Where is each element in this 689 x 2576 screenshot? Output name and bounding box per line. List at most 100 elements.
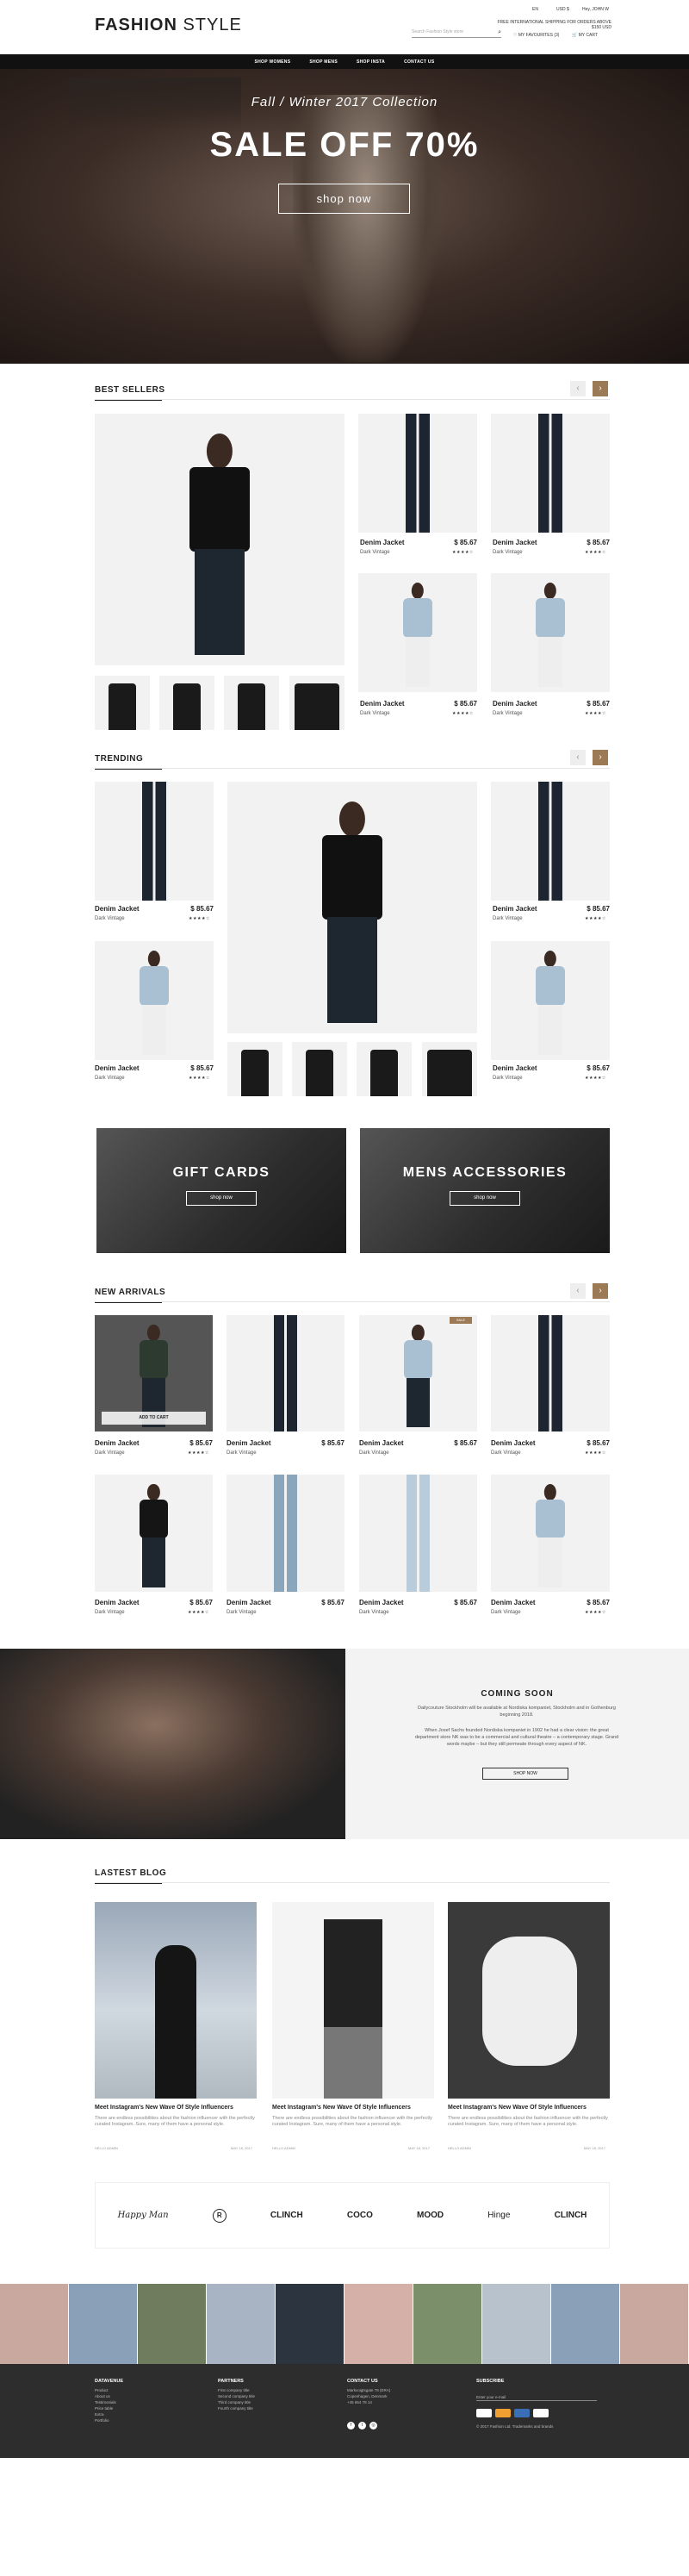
instagram-photo[interactable] <box>69 2284 138 2364</box>
product-image[interactable] <box>491 1475 610 1592</box>
trending-prev-button[interactable]: ‹ <box>570 750 586 765</box>
subscribe-email-input[interactable]: Enter your e-mail <box>476 2394 597 2401</box>
instagram-photo[interactable] <box>413 2284 482 2364</box>
blog-post-title[interactable]: Meet Instagram's New Wave Of Style Influ… <box>95 2105 233 2111</box>
favourites-link[interactable]: ♡ MY FAVOURITES (3) <box>513 33 559 38</box>
product-image[interactable] <box>491 941 610 1060</box>
gift-cards-banner[interactable]: GIFT CARDS shop now <box>96 1128 346 1253</box>
search-icon[interactable]: ⌕ <box>498 29 501 36</box>
instagram-photo[interactable] <box>207 2284 276 2364</box>
mens-accessories-shop-now-button[interactable]: shop now <box>450 1191 520 1206</box>
brand-logo[interactable]: R <box>212 2208 227 2223</box>
brand-logo[interactable]: CLINCH <box>555 2211 587 2220</box>
thumbnail[interactable] <box>357 1042 412 1096</box>
footer-link[interactable]: Testimonials <box>95 2399 116 2405</box>
blog-image[interactable] <box>448 1902 610 2099</box>
cart-link[interactable]: 🛒 MY CART <box>572 33 598 38</box>
product-name[interactable]: Denim Jacket <box>493 539 537 546</box>
product-image[interactable] <box>95 1475 213 1592</box>
best-sellers-main-photo[interactable] <box>95 414 344 665</box>
product-name[interactable]: Denim Jacket <box>95 1064 140 1072</box>
thumbnail[interactable] <box>292 1042 347 1096</box>
product-image[interactable] <box>95 941 214 1060</box>
product-image[interactable]: SALE <box>359 1315 477 1431</box>
product-name[interactable]: Denim Jacket <box>491 1599 536 1606</box>
footer-link[interactable]: First company title <box>218 2387 250 2393</box>
thumbnail[interactable] <box>289 676 344 730</box>
footer-link[interactable]: Second company title <box>218 2393 255 2399</box>
instagram-photo[interactable] <box>138 2284 207 2364</box>
product-image[interactable] <box>491 1315 610 1431</box>
new-arrivals-next-button[interactable]: › <box>593 1283 608 1299</box>
product-image[interactable] <box>227 1475 344 1592</box>
footer-link[interactable]: Fourth company title <box>218 2405 253 2411</box>
product-image[interactable]: ADD TO CART <box>95 1315 213 1431</box>
thumbnail[interactable] <box>159 676 214 730</box>
language-select[interactable]: EN <box>532 7 538 12</box>
instagram-photo[interactable] <box>344 2284 413 2364</box>
product-name[interactable]: Denim Jacket <box>227 1599 271 1606</box>
product-image[interactable] <box>227 1315 344 1431</box>
footer-link[interactable]: Product <box>95 2387 109 2393</box>
product-name[interactable]: Denim Jacket <box>359 1439 404 1447</box>
trending-main-photo[interactable] <box>227 782 477 1033</box>
footer-link[interactable]: Portfolio <box>95 2417 109 2423</box>
product-image[interactable] <box>95 782 214 901</box>
gift-cards-shop-now-button[interactable]: shop now <box>186 1191 257 1206</box>
blog-post-title[interactable]: Meet Instagram's New Wave Of Style Influ… <box>448 2105 587 2111</box>
product-image[interactable] <box>358 414 477 533</box>
thumbnail[interactable] <box>227 1042 282 1096</box>
trending-next-button[interactable]: › <box>593 750 608 765</box>
account-link[interactable]: Hey, JOHN W <box>582 7 609 12</box>
brand-logo[interactable]: Happy Man <box>118 2211 169 2220</box>
product-name[interactable]: Denim Jacket <box>493 1064 537 1072</box>
product-name[interactable]: Denim Jacket <box>95 1599 140 1606</box>
thumbnail[interactable] <box>224 676 279 730</box>
logo[interactable]: FASHION STYLE <box>95 16 242 35</box>
product-image[interactable] <box>491 414 610 533</box>
brand-logo[interactable]: MOOD <box>417 2211 444 2220</box>
instagram-photo[interactable] <box>276 2284 344 2364</box>
blog-image[interactable] <box>95 1902 257 2099</box>
best-sellers-prev-button[interactable]: ‹ <box>570 381 586 396</box>
new-arrivals-prev-button[interactable]: ‹ <box>570 1283 586 1299</box>
hero-shop-now-button[interactable]: shop now <box>278 184 410 214</box>
nav-shop-insta[interactable]: SHOP INSTA <box>357 59 385 65</box>
thumbnail[interactable] <box>95 676 150 730</box>
product-image[interactable] <box>359 1475 477 1592</box>
blog-image[interactable] <box>272 1902 434 2099</box>
twitter-icon[interactable]: t <box>358 2422 366 2429</box>
instagram-photo[interactable] <box>551 2284 620 2364</box>
blog-post-title[interactable]: Meet Instagram's New Wave Of Style Influ… <box>272 2105 411 2111</box>
thumbnail[interactable] <box>422 1042 477 1096</box>
product-name[interactable]: Denim Jacket <box>95 905 140 913</box>
product-name[interactable]: Denim Jacket <box>95 1439 140 1447</box>
currency-select[interactable]: USD $ <box>556 7 569 12</box>
product-name[interactable]: Denim Jacket <box>493 700 537 708</box>
footer-link[interactable]: Extra <box>95 2411 104 2417</box>
coming-soon-shop-button[interactable]: SHOP NOW <box>482 1768 568 1780</box>
brand-logo[interactable]: COCO <box>347 2211 373 2220</box>
instagram-photo[interactable] <box>620 2284 689 2364</box>
instagram-photo[interactable] <box>0 2284 69 2364</box>
product-name[interactable]: Denim Jacket <box>493 905 537 913</box>
best-sellers-next-button[interactable]: › <box>593 381 608 396</box>
facebook-icon[interactable]: f <box>347 2422 355 2429</box>
product-image[interactable] <box>358 573 477 692</box>
nav-shop-mens[interactable]: SHOP MENS <box>309 59 338 65</box>
nav-shop-womens[interactable]: SHOP WOMENS <box>255 59 291 65</box>
instagram-photo[interactable] <box>482 2284 551 2364</box>
add-to-cart-button[interactable]: ADD TO CART <box>102 1412 206 1425</box>
product-image[interactable] <box>491 573 610 692</box>
footer-link[interactable]: Price table <box>95 2405 113 2411</box>
search-input[interactable]: Search Fashion Style store ⌕ <box>412 29 501 38</box>
footer-link[interactable]: Third company title <box>218 2399 251 2405</box>
product-name[interactable]: Denim Jacket <box>360 700 405 708</box>
product-name[interactable]: Denim Jacket <box>227 1439 271 1447</box>
product-name[interactable]: Denim Jacket <box>359 1599 404 1606</box>
product-name[interactable]: Denim Jacket <box>360 539 405 546</box>
mens-accessories-banner[interactable]: MENS ACCESSORIES shop now <box>360 1128 610 1253</box>
footer-link[interactable]: About us <box>95 2393 110 2399</box>
instagram-icon[interactable]: ◎ <box>369 2422 377 2429</box>
nav-contact-us[interactable]: CONTACT US <box>404 59 434 65</box>
